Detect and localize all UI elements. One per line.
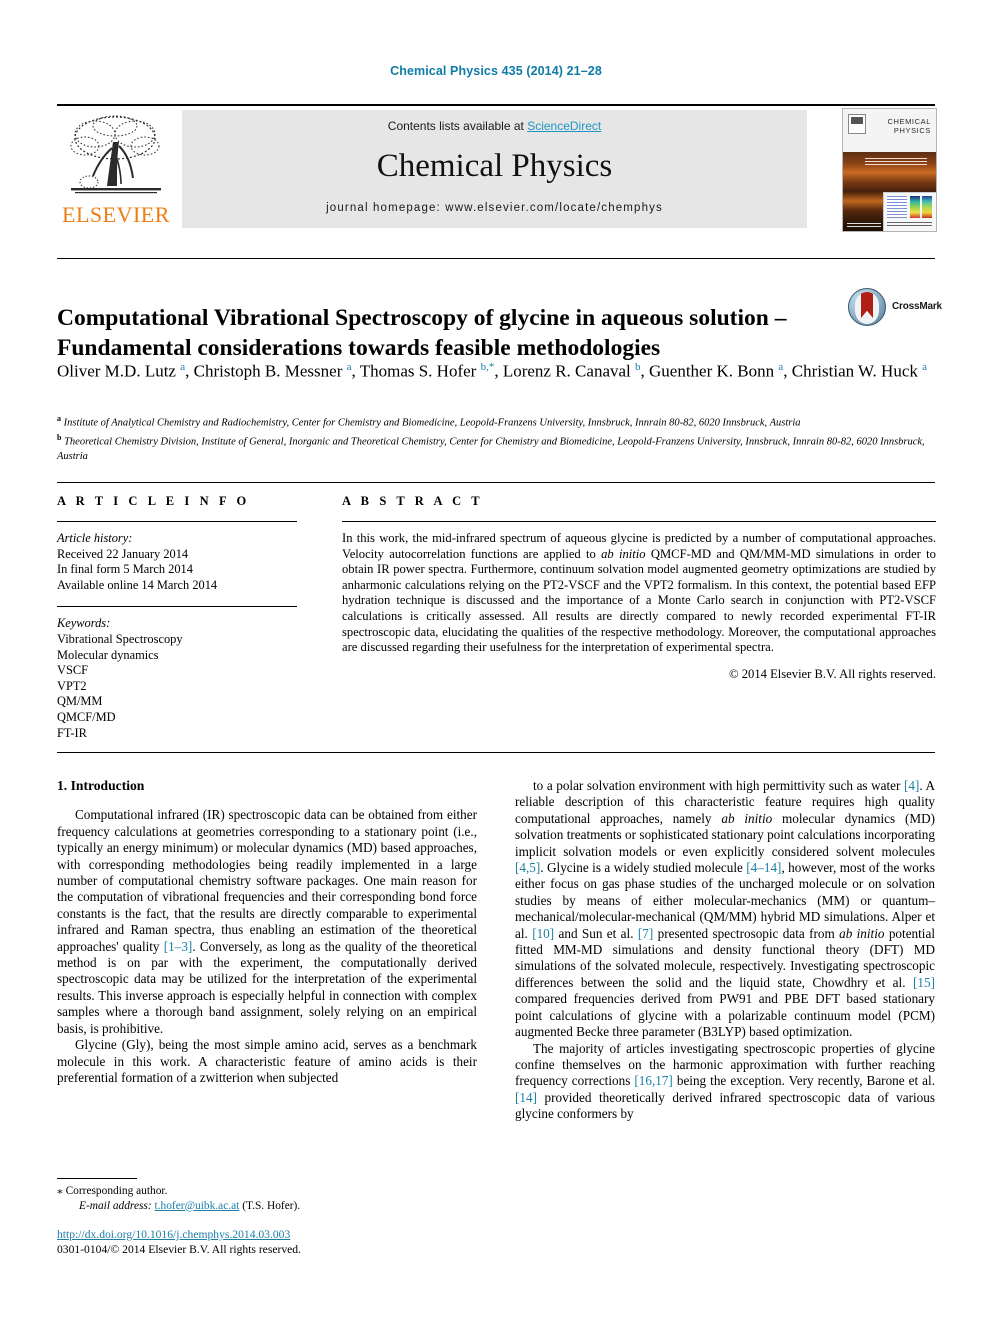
keyword-item: VSCF <box>57 663 88 678</box>
affiliation-a: a Institute of Analytical Chemistry and … <box>57 412 935 431</box>
keyword-item: Vibrational Spectroscopy <box>57 631 183 646</box>
cover-text-strip <box>865 158 927 167</box>
abstract-heading: A B S T R A C T <box>342 494 484 508</box>
history-item: Received 22 January 2014 <box>57 546 189 561</box>
masthead-top-rule <box>57 104 935 106</box>
running-head: Chemical Physics 435 (2014) 21–28 <box>390 64 602 78</box>
corresponding-author-text: Corresponding author. <box>65 1185 168 1197</box>
cover-bottom-text <box>847 223 881 227</box>
paper-page: Chemical Physics 435 (2014) 21–28 ELSEVI… <box>0 0 992 1323</box>
doi-block: http://dx.doi.org/10.1016/j.chemphys.201… <box>57 1228 487 1258</box>
cover-title-line2: PHYSICS <box>893 126 931 135</box>
keywords-block: Keywords: Vibrational Spectroscopy Molec… <box>57 616 297 741</box>
cover-inset-figure <box>883 192 936 231</box>
abstract-copyright: © 2014 Elsevier B.V. All rights reserved… <box>729 666 936 681</box>
sciencedirect-link[interactable]: ScienceDirect <box>527 119 601 133</box>
crossmark-inner-icon <box>855 292 879 324</box>
email-label: E-mail address: <box>79 1199 152 1212</box>
elsevier-wordmark: ELSEVIER <box>62 202 170 227</box>
title-divider <box>57 258 935 259</box>
affiliation-a-text: Institute of Analytical Chemistry and Ra… <box>63 417 801 429</box>
crossmark-badge[interactable]: CrossMark <box>848 288 942 328</box>
abstract-text: In this work, the mid-infrared spectrum … <box>342 531 936 655</box>
journal-masthead: ELSEVIER Contents lists available at Sci… <box>57 108 937 232</box>
cover-journal-name: CHEMICAL PHYSICS <box>867 117 931 135</box>
corresponding-author-marker: ⁎ <box>57 1185 63 1197</box>
affiliation-b: b Theoretical Chemistry Division, Instit… <box>57 431 935 465</box>
email-suffix: (T.S. Hofer). <box>242 1199 301 1212</box>
cover-inset-colorbar-a <box>910 196 920 218</box>
cover-artwork <box>843 152 936 231</box>
footnote-divider <box>57 1178 137 1179</box>
contents-available-line: Contents lists available at ScienceDirec… <box>182 119 807 133</box>
crossmark-label: CrossMark <box>892 301 942 312</box>
cover-title-line1: CHEMICAL <box>887 117 931 126</box>
history-item: Available online 14 March 2014 <box>57 577 218 592</box>
abstract-rule <box>342 521 936 522</box>
author-list: Oliver M.D. Lutz a, Christoph B. Messner… <box>57 361 928 381</box>
email-line: E-mail address: t.hofer@uibk.ac.at (T.S.… <box>57 1199 477 1214</box>
affiliation-b-text: Theoretical Chemistry Division, Institut… <box>57 436 925 463</box>
cover-inset-caption <box>887 222 932 227</box>
journal-title: Chemical Physics <box>376 148 613 184</box>
article-info-rule <box>57 521 297 522</box>
email-link[interactable]: t.hofer@uibk.ac.at <box>155 1200 240 1212</box>
keywords-label: Keywords: <box>57 616 111 631</box>
affiliations: a Institute of Analytical Chemistry and … <box>57 412 935 465</box>
article-history-label: Article history: <box>57 531 133 545</box>
keywords-rule <box>57 606 297 608</box>
doi-link[interactable]: http://dx.doi.org/10.1016/j.chemphys.201… <box>57 1228 290 1241</box>
cover-header-area: CHEMICAL PHYSICS <box>843 109 936 152</box>
body-paragraph: The majority of articles investigating s… <box>515 1040 935 1122</box>
article-info-heading: A R T I C L E I N F O <box>57 494 250 508</box>
affiliation-marker-a: a <box>57 414 61 423</box>
journal-cover-thumbnail[interactable]: CHEMICAL PHYSICS <box>842 108 937 232</box>
crossmark-disc-icon <box>848 288 886 326</box>
elsevier-tree-icon <box>70 115 161 194</box>
issn-copyright-line: 0301-0104/© 2014 Elsevier B.V. All right… <box>57 1242 301 1256</box>
keyword-item: QM/MM <box>57 694 103 709</box>
journal-band: Contents lists available at ScienceDirec… <box>182 110 807 228</box>
body-paragraph: Computational infrared (IR) spectroscopi… <box>57 807 477 1036</box>
section-heading-introduction: 1. Introduction <box>57 778 145 793</box>
contents-prefix: Contents lists available at <box>387 119 528 133</box>
affiliation-marker-b: b <box>57 433 62 442</box>
corresponding-author-line: ⁎ Corresponding author. <box>57 1184 477 1199</box>
keyword-item: FT-IR <box>57 725 87 740</box>
journal-homepage[interactable]: journal homepage: www.elsevier.com/locat… <box>182 202 807 214</box>
keyword-item: VPT2 <box>57 678 87 693</box>
crossmark-flag-icon <box>861 292 873 318</box>
keyword-item: Molecular dynamics <box>57 647 159 662</box>
cover-inset-colorbar-b <box>922 196 932 218</box>
article-info-column: A R T I C L E I N F O Article history: R… <box>57 494 297 741</box>
history-item: In final form 5 March 2014 <box>57 562 193 577</box>
body-paragraph: Glycine (Gly), being the most simple ami… <box>57 1037 477 1085</box>
info-top-divider <box>57 482 935 483</box>
elsevier-logo: ELSEVIER <box>57 110 175 228</box>
body-paragraph: to a polar solvation environment with hi… <box>515 778 935 1040</box>
body-top-divider <box>57 752 935 753</box>
article-history-block: Article history: Received 22 January 201… <box>57 531 297 593</box>
body-column-right: to a polar solvation environment with hi… <box>515 778 935 1228</box>
cover-publisher-badge-icon <box>848 114 866 134</box>
body-column-left: 1. Introduction Computational infrared (… <box>57 778 477 1168</box>
footnote-block: ⁎ Corresponding author. E-mail address: … <box>57 1184 477 1213</box>
keyword-item: QMCF/MD <box>57 709 116 724</box>
page-title: Computational Vibrational Spectroscopy o… <box>57 304 787 361</box>
abstract-column: A B S T R A C T In this work, the mid-in… <box>342 494 936 682</box>
cover-inset-plot <box>887 196 907 218</box>
